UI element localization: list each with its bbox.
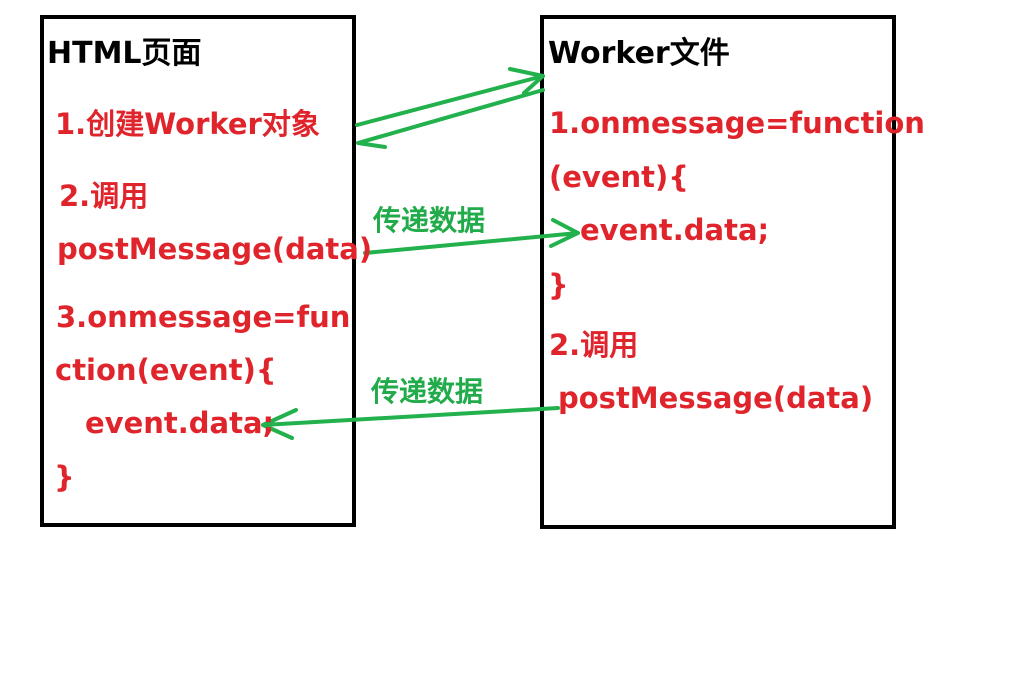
create-worker-arrow (355, 67, 545, 127)
html-step2-postmessage: postMessage(data) (57, 232, 373, 266)
worker-return-line (356, 88, 545, 149)
html-page-title: HTML页面 (47, 36, 202, 71)
worker-step1-event-data: event.data; (580, 213, 770, 247)
worker-file-title: Worker文件 (548, 36, 730, 71)
worker-step1-event-param: (event){ (549, 160, 689, 194)
html-step2-label: 2.调用 (59, 179, 149, 213)
worker-step2-label: 2.调用 (549, 328, 639, 362)
worker-file-box (540, 15, 896, 529)
html-page-box (40, 15, 356, 527)
worker-step2-postmessage: postMessage(data) (558, 381, 874, 415)
html-step3-event-data: event.data; (85, 406, 275, 440)
html-step3-close-brace: } (54, 460, 75, 494)
html-step3-onmessage: 3.onmessage=fun (56, 300, 351, 334)
html-step3-function: ction(event){ (55, 353, 277, 387)
worker-step1-close-brace: } (548, 268, 569, 302)
arrow-label-to-page: 传递数据 (371, 375, 484, 408)
html-step1-create-worker: 1.创建Worker对象 (55, 107, 320, 141)
arrow-label-to-worker: 传递数据 (373, 204, 486, 237)
worker-step1-onmessage: 1.onmessage=function (549, 106, 925, 140)
